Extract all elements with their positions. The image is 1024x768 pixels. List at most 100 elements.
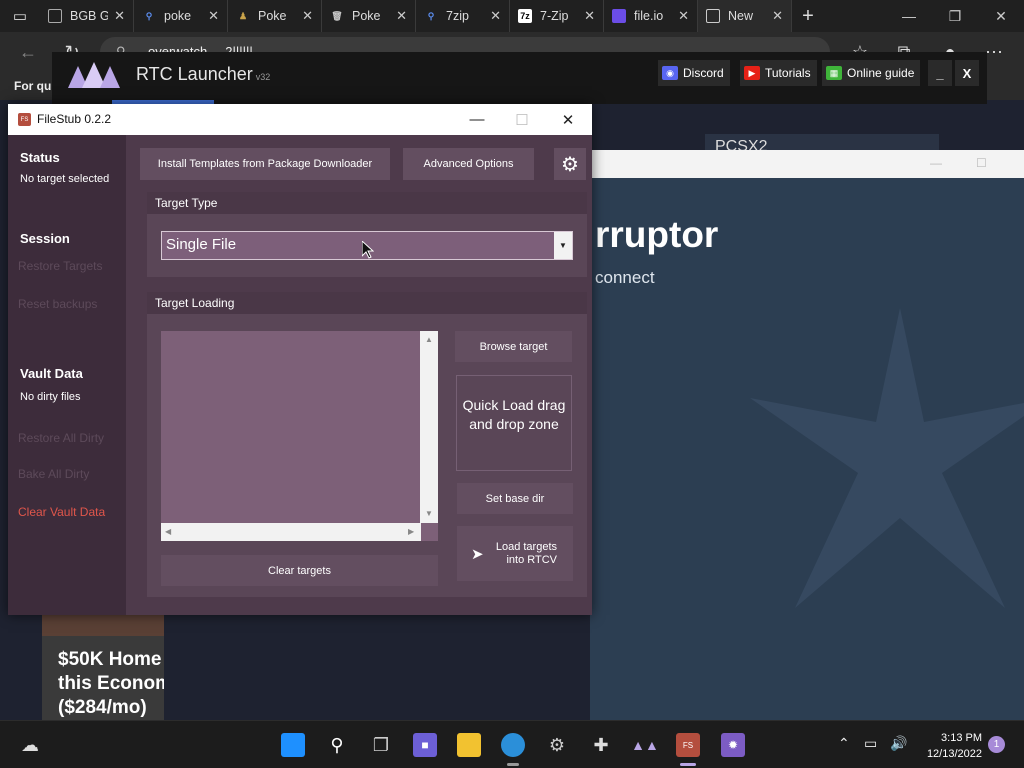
targets-listbox[interactable] xyxy=(161,331,438,541)
tab-title: poke xyxy=(164,9,192,23)
browser-tab[interactable]: BGB G ✕ xyxy=(40,0,134,32)
browser-close-icon[interactable]: ✕ xyxy=(978,0,1024,32)
discord-label: Discord xyxy=(683,66,724,80)
online-guide-button[interactable]: ▦ Online guide xyxy=(822,60,921,86)
filestub-sidebar: Status No target selected Session Restor… xyxy=(8,135,126,615)
target-type-header: Target Type xyxy=(147,192,587,214)
browser-tab[interactable]: file.io ✕ xyxy=(604,0,698,32)
launcher-close-button[interactable]: X xyxy=(955,60,979,86)
quick-load-drop-zone[interactable]: Quick Load drag and drop zone xyxy=(456,375,572,471)
close-tab-icon[interactable]: ✕ xyxy=(208,8,219,24)
weather-icon[interactable]: ☁ xyxy=(18,733,42,757)
rtc-window-titlebar: — ☐ xyxy=(590,150,1024,178)
maximize-icon: ☐ xyxy=(976,156,987,170)
load-targets-label: Load targets into RTCV xyxy=(495,540,557,566)
start-menu-icon[interactable] xyxy=(281,733,305,757)
close-icon[interactable]: ✕ xyxy=(545,104,591,135)
launcher-minimize-button[interactable]: _ xyxy=(928,60,952,86)
horizontal-scrollbar[interactable]: ◀ ▶ xyxy=(161,523,421,541)
restore-all-dirty-button[interactable]: Restore All Dirty xyxy=(18,431,104,445)
rtc-logo-icon xyxy=(68,62,120,88)
advanced-options-button[interactable]: Advanced Options xyxy=(403,148,534,180)
close-tab-icon[interactable]: ✕ xyxy=(302,8,313,24)
rtc-launcher-window: RTC Launcher v32 ◉ Discord ▶ Tutorials ▦ … xyxy=(52,52,987,104)
scroll-up-arrow-icon[interactable]: ▲ xyxy=(425,335,433,344)
new-tab-button[interactable]: + xyxy=(792,5,824,28)
vertical-scrollbar[interactable]: ▲ ▼ xyxy=(420,331,438,523)
browser-minimize-icon[interactable]: — xyxy=(886,0,932,32)
teams-chat-icon[interactable]: ■ xyxy=(413,733,437,757)
bake-all-dirty-button[interactable]: Bake All Dirty xyxy=(18,467,89,481)
scroll-left-arrow-icon[interactable]: ◀ xyxy=(165,527,171,536)
edge-browser-icon[interactable] xyxy=(501,733,525,757)
vault-data-heading: Vault Data xyxy=(20,366,83,381)
maximize-icon[interactable]: ☐ xyxy=(499,104,545,135)
scroll-right-arrow-icon[interactable]: ▶ xyxy=(408,527,414,536)
favorites-item[interactable]: For qui xyxy=(14,79,55,93)
tutorials-button[interactable]: ▶ Tutorials xyxy=(740,60,817,86)
restore-targets-button[interactable]: Restore Targets xyxy=(18,259,103,273)
taskbar: ☁ ⚲ ❐ ■ ⚙ ✚ ▲▲ FS ✹ ⌃ ▭ 🔊 3:13 PM 12/13/… xyxy=(0,720,1024,768)
new-tab-page-icon xyxy=(706,9,720,23)
rtc-star-logo xyxy=(750,308,1024,608)
tab-title: 7zip xyxy=(446,9,469,23)
install-templates-button[interactable]: Install Templates from Package Downloade… xyxy=(140,148,390,180)
notification-badge[interactable]: 1 xyxy=(988,736,1005,753)
rtc-launcher-taskbar-icon[interactable]: ▲▲ xyxy=(631,733,659,757)
clock-date: 12/13/2022 xyxy=(926,748,982,760)
tab-title: Poke xyxy=(258,9,287,23)
clock-time: 3:13 PM xyxy=(941,732,982,744)
target-loading-header: Target Loading xyxy=(147,292,587,314)
running-indicator xyxy=(507,763,519,766)
youtube-icon: ▶ xyxy=(744,66,760,80)
filestub-title: FileStub 0.2.2 xyxy=(37,112,112,126)
close-tab-icon[interactable]: ✕ xyxy=(490,8,501,24)
system-clock[interactable]: 3:13 PM 12/13/2022 xyxy=(920,730,982,762)
network-icon[interactable]: ▭ xyxy=(864,735,877,752)
browser-tab[interactable]: 7z 7-Zip ✕ xyxy=(510,0,604,32)
discord-icon: ◉ xyxy=(662,66,678,80)
back-arrow-icon[interactable]: ← xyxy=(16,40,40,64)
browser-tab[interactable]: ⚲ 7zip ✕ xyxy=(416,0,510,32)
ad-text-box[interactable]: $50K Home this Econom ($284/mo) xyxy=(42,636,164,720)
minimize-icon[interactable]: — xyxy=(454,104,500,135)
tab-actions-icon[interactable]: ▭ xyxy=(0,0,40,32)
settings-gear-icon[interactable]: ⚙ xyxy=(545,733,569,757)
scroll-down-arrow-icon[interactable]: ▼ xyxy=(425,509,433,518)
7zip-icon: 7z xyxy=(518,9,532,23)
chevron-up-icon[interactable]: ⌃ xyxy=(838,735,850,752)
browser-tab[interactable]: ⚲ poke ✕ xyxy=(134,0,228,32)
online-guide-label: Online guide xyxy=(847,66,915,80)
browser-restore-icon[interactable]: ❐ xyxy=(932,0,978,32)
set-base-dir-button[interactable]: Set base dir xyxy=(457,483,573,514)
browser-tab[interactable]: 🗑 Poke ✕ xyxy=(322,0,416,32)
mouse-cursor-icon xyxy=(362,241,374,259)
clear-vault-data-button[interactable]: Clear Vault Data xyxy=(18,505,105,519)
task-view-icon[interactable]: ❐ xyxy=(369,733,393,757)
close-tab-icon[interactable]: ✕ xyxy=(772,8,783,24)
close-tab-icon[interactable]: ✕ xyxy=(678,8,689,24)
launcher-version: v32 xyxy=(255,72,271,82)
reset-backups-button[interactable]: Reset backups xyxy=(18,297,97,311)
volume-icon[interactable]: 🔊 xyxy=(890,735,907,752)
chevron-down-icon[interactable]: ▼ xyxy=(554,232,572,259)
filestub-taskbar-icon[interactable]: FS xyxy=(676,733,700,757)
browse-target-button[interactable]: Browse target xyxy=(455,331,572,362)
clear-targets-button[interactable]: Clear targets xyxy=(161,555,438,586)
search-icon[interactable]: ⚲ xyxy=(325,733,349,757)
gamepad-icon[interactable]: ✚ xyxy=(589,733,613,757)
close-tab-icon[interactable]: ✕ xyxy=(584,8,595,24)
close-tab-icon[interactable]: ✕ xyxy=(396,8,407,24)
close-tab-icon[interactable]: ✕ xyxy=(114,8,125,24)
vault-data-text: No dirty files xyxy=(20,391,81,403)
browser-tab-active[interactable]: New ✕ xyxy=(698,0,792,32)
file-explorer-icon[interactable] xyxy=(457,733,481,757)
filestub-titlebar: FS FileStub 0.2.2 — ☐ ✕ xyxy=(8,104,592,135)
settings-gear-icon[interactable]: ⚙ xyxy=(554,148,586,180)
document-icon xyxy=(48,9,62,23)
load-targets-button[interactable]: ➤ Load targets into RTCV xyxy=(457,526,573,581)
send-icon: ➤ xyxy=(471,546,484,563)
rtcv-taskbar-icon[interactable]: ✹ xyxy=(721,733,745,757)
discord-button[interactable]: ◉ Discord xyxy=(658,60,730,86)
browser-tab[interactable]: ♟ Poke ✕ xyxy=(228,0,322,32)
